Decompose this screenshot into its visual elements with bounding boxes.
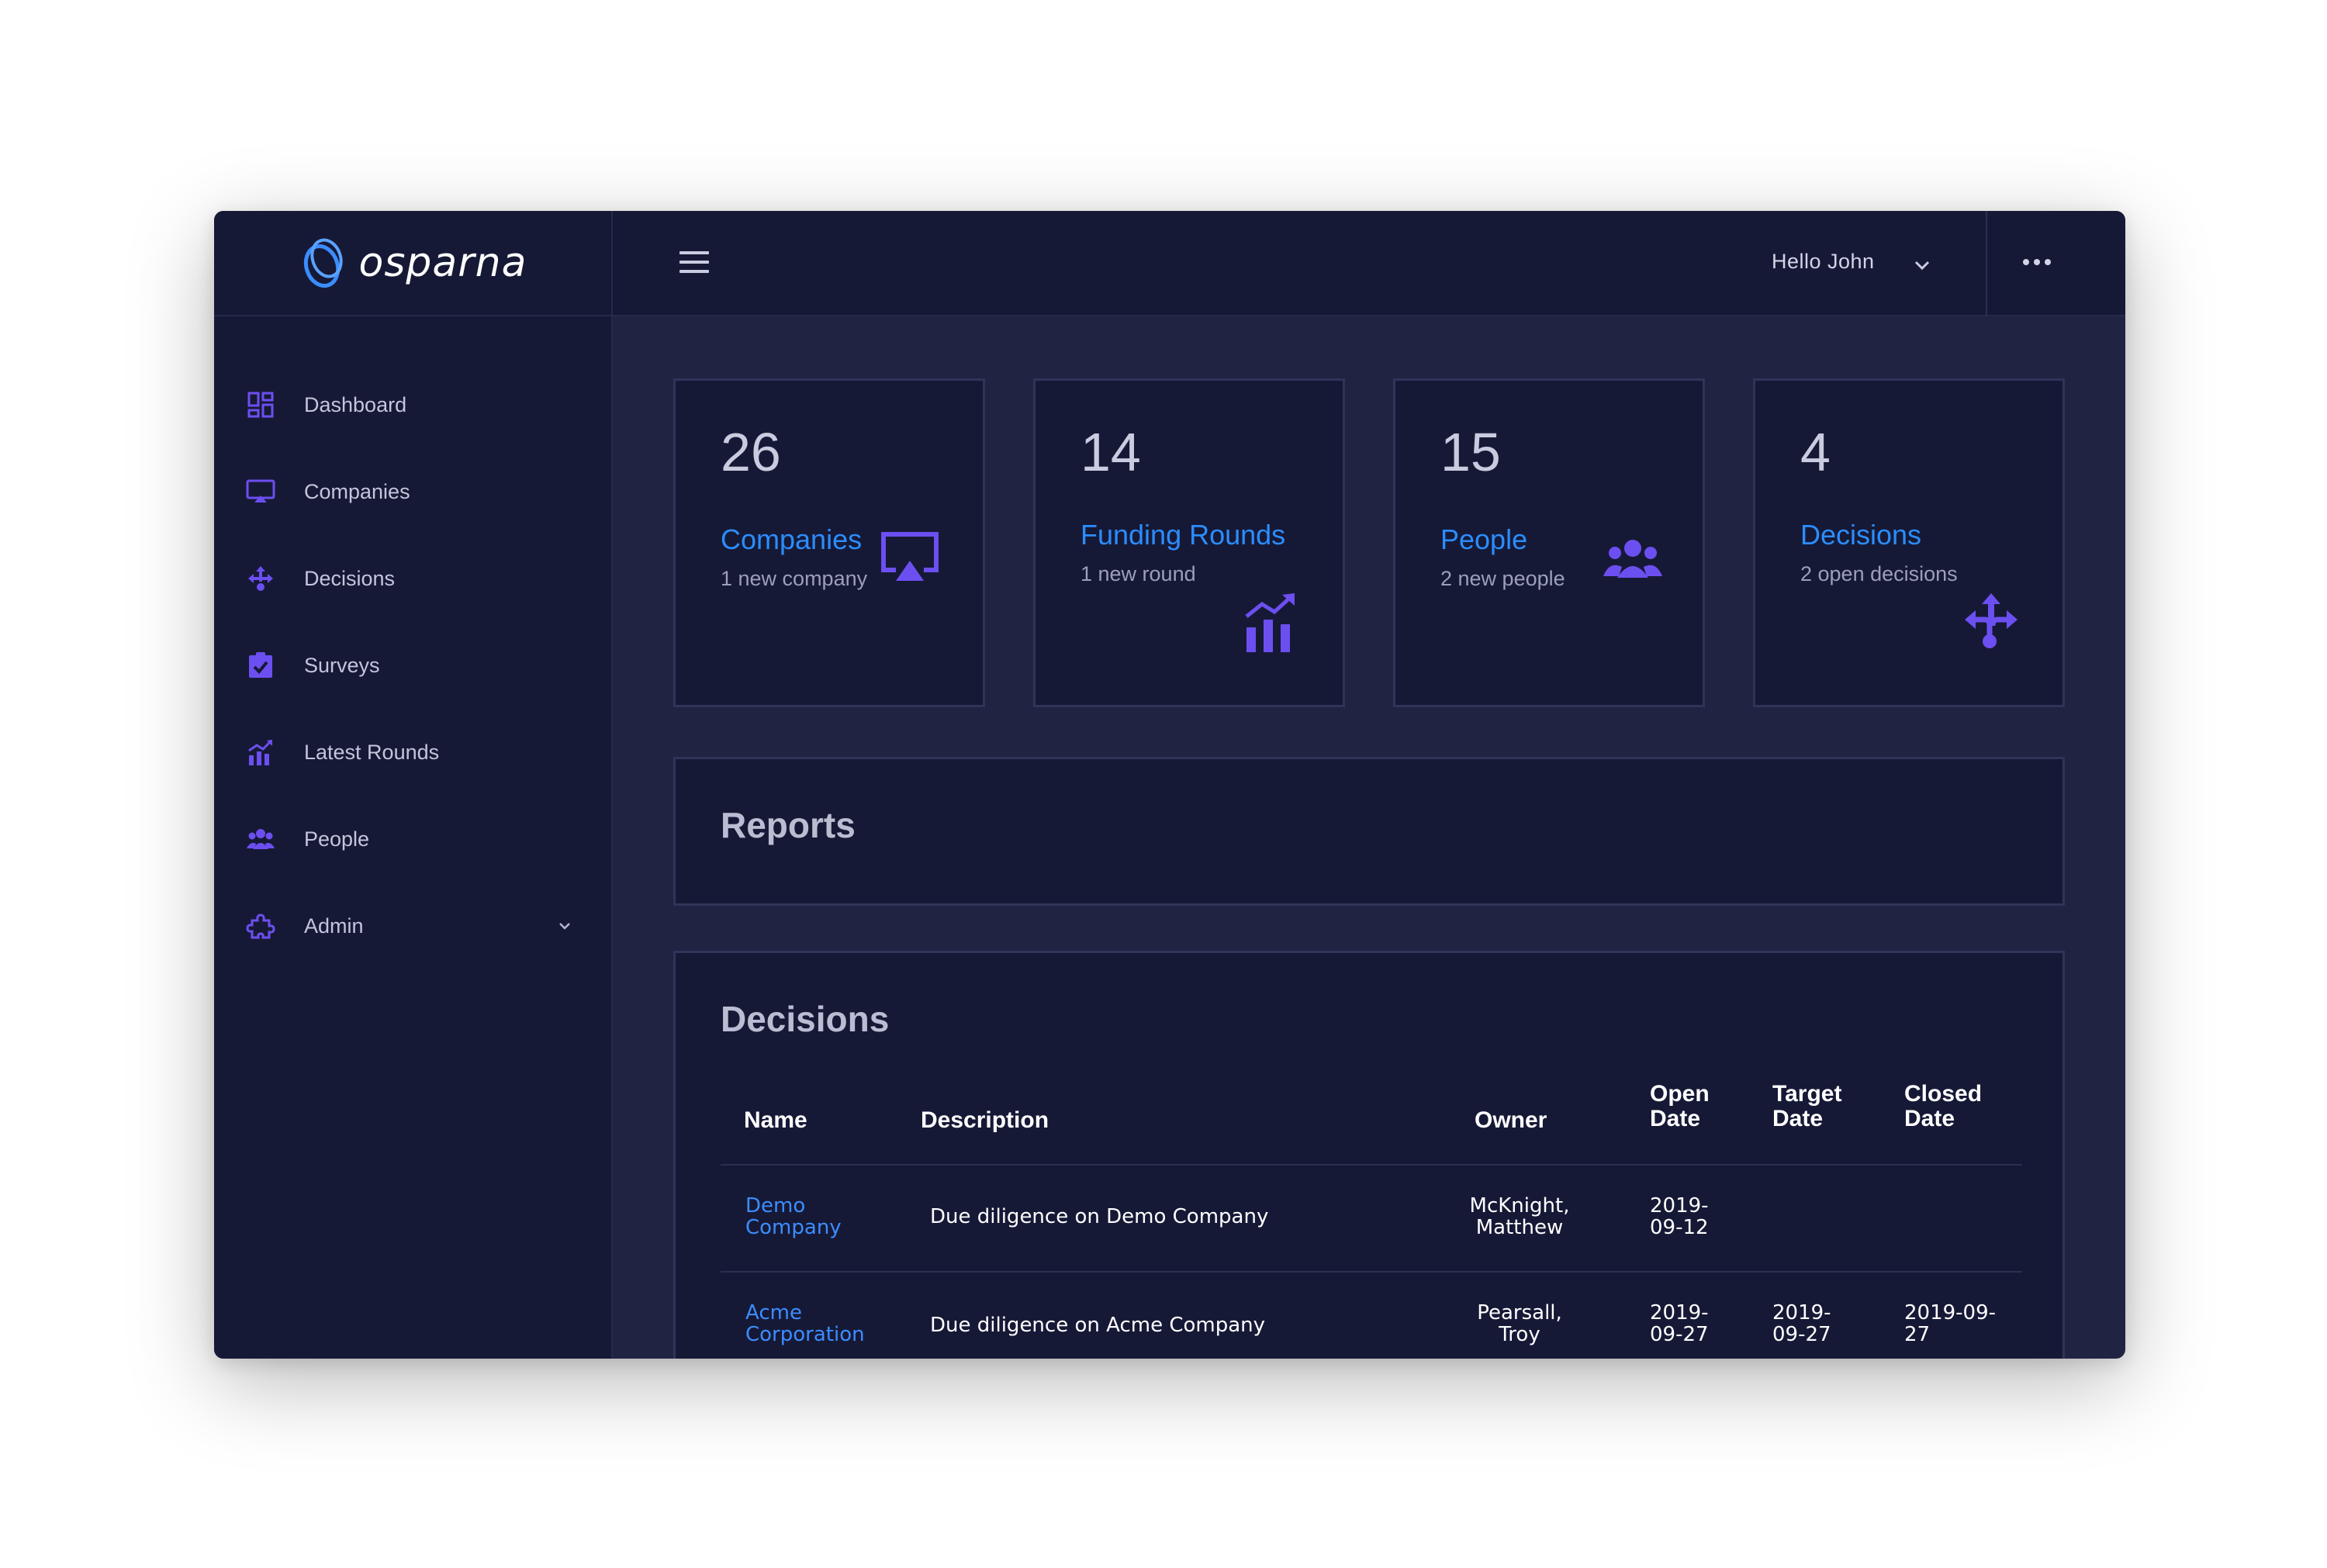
sidebar: Dashboard Companies Decisions Surveys La… xyxy=(214,316,613,1359)
growth-chart-icon xyxy=(1245,593,1295,652)
owner-line: Troy xyxy=(1499,1323,1540,1346)
stat-card-companies[interactable]: 26 Companies 1 new company xyxy=(673,378,985,707)
stat-card-funding-rounds[interactable]: 14 Funding Rounds 1 new round xyxy=(1033,378,1345,707)
table-divider xyxy=(721,1271,2022,1273)
stat-title: Decisions xyxy=(1800,519,1922,551)
decision-open-date: 2019- 09-12 xyxy=(1650,1195,1709,1238)
date-line: 09-27 xyxy=(1650,1323,1709,1346)
decision-owner: McKnight, Matthew xyxy=(1464,1195,1575,1238)
sidebar-item-label: Dashboard xyxy=(304,392,407,416)
decisions-title: Decisions xyxy=(721,999,890,1039)
decision-description: Due diligence on Demo Company xyxy=(930,1205,1269,1228)
bar-chart-icon xyxy=(245,737,276,768)
date-line: 2019- xyxy=(1650,1301,1709,1325)
stat-subtitle: 2 new people xyxy=(1440,567,1565,590)
column-header-owner[interactable]: Owner xyxy=(1475,1108,1547,1133)
sidebar-item-label: Companies xyxy=(304,479,410,503)
decisions-panel: Decisions Name Description Owner Open Da… xyxy=(673,951,2065,1359)
decision-name-link[interactable]: Acme Corporation xyxy=(745,1302,865,1345)
owner-line: Pearsall, xyxy=(1477,1301,1562,1325)
menu-toggle-button[interactable] xyxy=(679,251,711,275)
header-line: Target xyxy=(1772,1081,1842,1107)
sidebar-item-surveys[interactable]: Surveys xyxy=(214,634,613,696)
clipboard-check-icon xyxy=(245,650,276,681)
ellipsis-icon xyxy=(2023,259,2051,265)
stat-count: 15 xyxy=(1440,422,1501,482)
reports-title: Reports xyxy=(721,805,856,845)
header-line: Date xyxy=(1650,1106,1701,1131)
stat-title: People xyxy=(1440,523,1528,555)
header-line: Date xyxy=(1904,1106,1955,1131)
header-line: Date xyxy=(1772,1106,1824,1131)
date-line: 09-27 xyxy=(1772,1323,1831,1346)
name-line: Acme xyxy=(745,1301,802,1325)
name-line: Corporation xyxy=(745,1323,865,1346)
stat-card-decisions[interactable]: 4 Decisions 2 open decisions xyxy=(1753,378,2065,707)
owner-line: Matthew xyxy=(1475,1216,1564,1239)
sidebar-item-latest-rounds[interactable]: Latest Rounds xyxy=(214,721,613,783)
column-header-open-date[interactable]: Open Date xyxy=(1650,1082,1710,1131)
stat-count: 26 xyxy=(721,422,781,482)
date-line: 27 xyxy=(1904,1323,1931,1346)
name-line: Company xyxy=(745,1216,842,1239)
decision-target-date: 2019- 09-27 xyxy=(1772,1302,1831,1345)
date-line: 2019- xyxy=(1772,1301,1831,1325)
owner-line: McKnight, xyxy=(1469,1194,1570,1217)
decision-closed-date: 2019-09- 27 xyxy=(1904,1302,1996,1345)
decision-name-link[interactable]: Demo Company xyxy=(745,1195,842,1238)
date-line: 09-12 xyxy=(1650,1216,1709,1239)
more-options-button[interactable] xyxy=(2009,247,2065,278)
split-arrows-icon xyxy=(245,563,276,594)
sidebar-item-people[interactable]: People xyxy=(214,808,613,870)
column-header-name[interactable]: Name xyxy=(744,1108,807,1133)
stat-card-people[interactable]: 15 People 2 new people xyxy=(1393,378,1705,707)
decision-owner: Pearsall, Troy xyxy=(1464,1302,1575,1345)
monitor-icon xyxy=(245,476,276,507)
topbar-divider xyxy=(1986,211,1987,316)
stat-subtitle: 1 new round xyxy=(1081,562,1196,585)
date-line: 2019- xyxy=(1650,1194,1709,1217)
date-line: 2019-09- xyxy=(1904,1301,1997,1325)
sidebar-item-label: People xyxy=(304,827,370,851)
decision-open-date: 2019- 09-27 xyxy=(1650,1302,1709,1345)
chevron-down-icon[interactable] xyxy=(1911,254,1933,276)
stat-subtitle: 1 new company xyxy=(721,567,868,590)
stat-title: Companies xyxy=(721,523,863,555)
people-icon xyxy=(245,824,276,855)
sidebar-item-decisions[interactable]: Decisions xyxy=(214,547,613,610)
sidebar-item-label: Admin xyxy=(304,914,364,938)
top-bar: Hello John xyxy=(613,211,2125,316)
airplay-icon xyxy=(881,532,939,581)
header-line: Closed xyxy=(1904,1081,1983,1107)
sidebar-item-label: Decisions xyxy=(304,566,396,590)
sidebar-item-label: Latest Rounds xyxy=(304,740,440,764)
table-divider xyxy=(721,1164,2022,1166)
app-window: osparna Hello John Dashboard Companies D… xyxy=(214,211,2125,1359)
column-header-closed-date[interactable]: Closed Date xyxy=(1904,1082,1982,1131)
user-greeting[interactable]: Hello John xyxy=(1772,250,1875,274)
sidebar-item-label: Surveys xyxy=(304,653,380,677)
reports-panel: Reports xyxy=(673,757,2065,906)
brand-name: osparna xyxy=(358,240,527,286)
stat-title: Funding Rounds xyxy=(1081,519,1286,551)
dashboard-icon xyxy=(245,389,276,420)
header-line: Open xyxy=(1650,1081,1710,1107)
stat-count: 14 xyxy=(1081,422,1141,482)
name-line: Demo xyxy=(745,1194,806,1217)
column-header-description[interactable]: Description xyxy=(921,1108,1049,1133)
stat-subtitle: 2 open decisions xyxy=(1800,562,1958,585)
stat-count: 4 xyxy=(1800,422,1831,482)
sidebar-item-admin[interactable]: Admin xyxy=(214,895,613,957)
brand[interactable]: osparna xyxy=(214,211,613,316)
logo-icon xyxy=(303,238,343,288)
sidebar-item-companies[interactable]: Companies xyxy=(214,461,613,523)
puzzle-icon xyxy=(245,910,276,941)
people-group-icon xyxy=(1603,540,1662,578)
column-header-target-date[interactable]: Target Date xyxy=(1772,1082,1841,1131)
sidebar-item-dashboard[interactable]: Dashboard xyxy=(214,374,613,436)
split-arrows-icon xyxy=(1965,593,2018,648)
decision-description: Due diligence on Acme Company xyxy=(930,1314,1266,1337)
chevron-down-icon[interactable] xyxy=(555,917,574,935)
